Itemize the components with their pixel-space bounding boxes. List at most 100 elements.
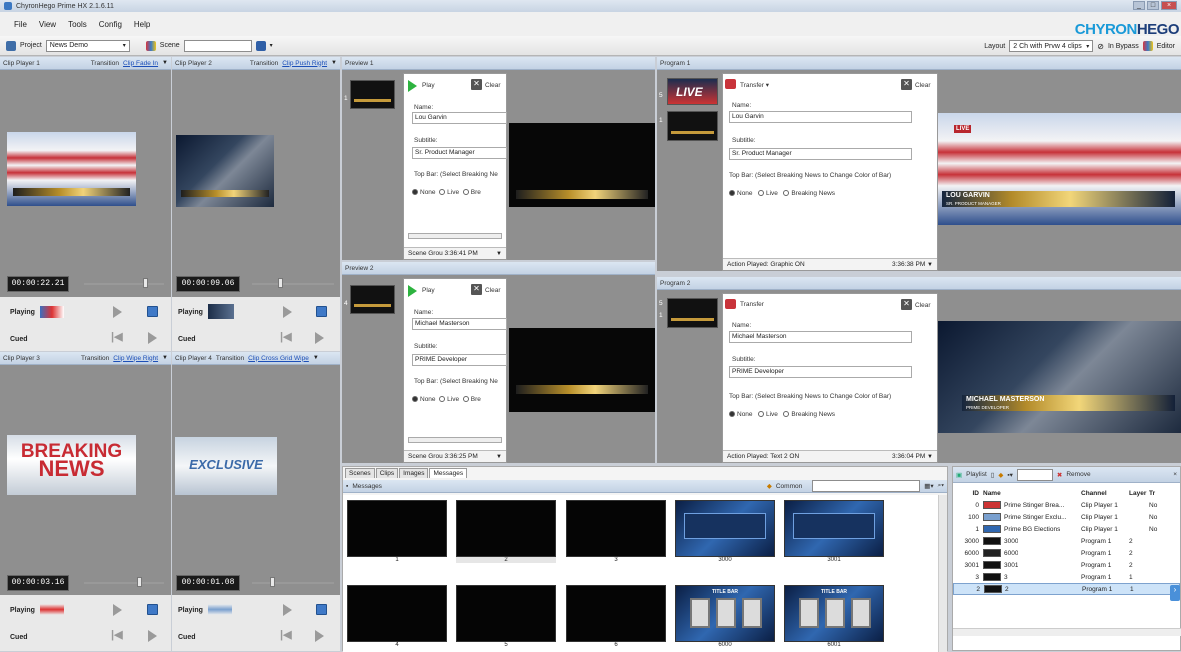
play-cued-icon[interactable]: [148, 630, 157, 642]
clip-2-scrub-slider[interactable]: [252, 283, 334, 285]
transition-link[interactable]: Clip Push Right: [282, 60, 327, 67]
play-icon[interactable]: [283, 604, 292, 616]
radio-breaking[interactable]: [462, 396, 469, 403]
tab-clips[interactable]: Clips: [375, 468, 399, 478]
close-icon[interactable]: ×: [1173, 471, 1177, 478]
transition-link[interactable]: Clip Wipe Right: [113, 355, 158, 362]
editor-button[interactable]: Editor: [1157, 43, 1175, 50]
menu-help[interactable]: Help: [134, 20, 150, 29]
clear-icon[interactable]: ✕: [901, 79, 912, 90]
common-folder[interactable]: Common: [776, 483, 802, 490]
stop-icon[interactable]: [316, 306, 327, 317]
radio-live[interactable]: [757, 190, 764, 197]
view-mode-icon[interactable]: ▦▾: [924, 482, 933, 490]
stop-icon[interactable]: [316, 604, 327, 615]
tab-images[interactable]: Images: [399, 468, 429, 478]
slider-knob[interactable]: [137, 577, 142, 587]
menu-view[interactable]: View: [39, 20, 56, 29]
library-item[interactable]: 6: [566, 585, 666, 648]
play-cued-icon[interactable]: [315, 332, 324, 344]
library-search-input[interactable]: [812, 480, 921, 492]
play-icon[interactable]: [113, 306, 122, 318]
table-row[interactable]: 3 3 Program 1 1: [953, 571, 1180, 583]
radio-live[interactable]: [439, 396, 446, 403]
clear-button[interactable]: Clear: [915, 302, 931, 309]
playlist-hscrollbar[interactable]: [953, 628, 1181, 636]
col-name[interactable]: Name: [983, 490, 1081, 497]
radio-none[interactable]: [729, 411, 735, 418]
chevron-down-icon[interactable]: ▼: [313, 355, 319, 361]
transfer-icon[interactable]: [725, 79, 736, 89]
transition-link[interactable]: Clip Cross Grid Wipe: [248, 355, 309, 362]
scene-tool-icon[interactable]: [255, 40, 266, 51]
skip-back-icon[interactable]: |◀: [280, 630, 292, 641]
name-field[interactable]: Michael Masterson: [412, 318, 507, 330]
clear-icon[interactable]: ✕: [471, 79, 482, 90]
col-id[interactable]: ID: [953, 490, 983, 497]
stop-icon[interactable]: [147, 306, 158, 317]
skip-back-icon[interactable]: |◀: [111, 332, 123, 343]
radio-live[interactable]: [757, 411, 764, 418]
clip-4-scrub-slider[interactable]: [252, 582, 334, 584]
remove-button[interactable]: Remove: [1066, 471, 1090, 478]
transition-link[interactable]: Clip Fade In: [123, 60, 158, 67]
horizontal-scrollbar[interactable]: [408, 437, 502, 443]
vertical-scrollbar[interactable]: [938, 495, 947, 652]
name-field[interactable]: Michael Masterson: [729, 331, 912, 343]
library-item[interactable]: 3000: [675, 500, 775, 563]
play-button[interactable]: Play: [422, 287, 435, 294]
chevron-down-icon[interactable]: ▼: [331, 60, 337, 66]
clear-button[interactable]: Clear: [485, 287, 501, 294]
open-folder-icon[interactable]: ◆: [998, 471, 1003, 479]
horizontal-scrollbar[interactable]: [408, 233, 502, 239]
clear-button[interactable]: Clear: [915, 82, 931, 89]
new-icon[interactable]: ▯: [991, 471, 995, 479]
search-icon[interactable]: ⌕▾: [938, 482, 944, 490]
library-item[interactable]: 1: [347, 500, 447, 563]
name-field[interactable]: Lou Garvin: [412, 112, 507, 124]
radio-breaking[interactable]: [462, 189, 469, 196]
name-field[interactable]: Lou Garvin: [729, 111, 912, 123]
library-item[interactable]: 3: [566, 500, 666, 563]
radio-live[interactable]: [439, 189, 446, 196]
skip-back-icon[interactable]: |◀: [111, 630, 123, 641]
chevron-down-icon[interactable]: ▼: [496, 454, 502, 460]
transfer-button[interactable]: Transfer: [740, 301, 764, 308]
play-button[interactable]: Play: [422, 82, 435, 89]
chevron-down-icon[interactable]: ▼: [162, 60, 168, 66]
chevron-down-icon[interactable]: ▼: [162, 355, 168, 361]
close-button[interactable]: ×: [1161, 1, 1177, 10]
slider-knob[interactable]: [270, 577, 275, 587]
clear-icon[interactable]: ✕: [471, 284, 482, 295]
playlist-side-handle[interactable]: ›: [1170, 585, 1180, 601]
play-icon[interactable]: [408, 285, 417, 297]
live-thumbnail[interactable]: LIVE: [667, 78, 718, 105]
program-2-thumbnail[interactable]: [667, 298, 718, 328]
library-item[interactable]: TITLE BAR 6000: [675, 585, 775, 648]
slider-knob[interactable]: [278, 278, 283, 288]
save-icon[interactable]: ▪▾: [1007, 471, 1013, 479]
play-cued-icon[interactable]: [148, 332, 157, 344]
col-channel[interactable]: Channel: [1081, 490, 1129, 497]
library-item[interactable]: 5: [456, 585, 556, 648]
slider-knob[interactable]: [143, 278, 148, 288]
table-row[interactable]: 3001 3001 Program 1 2: [953, 559, 1180, 571]
menu-tools[interactable]: Tools: [68, 20, 87, 29]
minimize-button[interactable]: _: [1133, 1, 1145, 10]
subtitle-field[interactable]: PRIME Developer: [729, 366, 912, 378]
menu-file[interactable]: File: [14, 20, 27, 29]
table-row[interactable]: 2 2 Program 1 1: [953, 583, 1180, 595]
project-select[interactable]: News Demo ▾: [45, 39, 130, 52]
chevron-down-icon[interactable]: ▼: [496, 251, 502, 257]
playlist-name-input[interactable]: [1016, 468, 1053, 481]
chevron-down-icon[interactable]: ▼: [927, 262, 933, 268]
clear-icon[interactable]: ✕: [901, 299, 912, 310]
preview-2-thumbnail[interactable]: [350, 285, 395, 314]
preview-1-thumbnail[interactable]: [350, 80, 395, 109]
skip-back-icon[interactable]: |◀: [280, 332, 292, 343]
tab-messages[interactable]: Messages: [429, 468, 468, 478]
clip-3-scrub-slider[interactable]: [84, 582, 164, 584]
radio-breaking[interactable]: [783, 411, 790, 418]
subtitle-field[interactable]: Sr. Product Manager: [729, 148, 912, 160]
table-row[interactable]: 100 Prime Stinger Exclu... Clip Player 1 No: [953, 511, 1180, 523]
